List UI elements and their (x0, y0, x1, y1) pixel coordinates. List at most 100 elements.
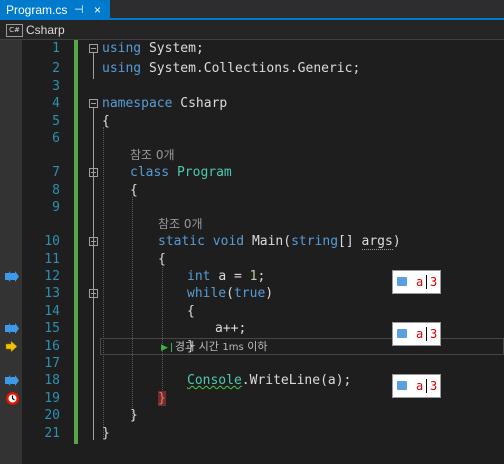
class-name: Console (187, 373, 242, 388)
pinned-datatip[interactable]: a 3 (392, 322, 441, 346)
variable-icon (397, 277, 407, 286)
codelens-references[interactable]: 참조 0개 (158, 216, 203, 233)
code-line-9: 9 (0, 199, 504, 216)
code-line-3: 3 (0, 78, 504, 95)
collapse-toggle[interactable] (89, 99, 98, 108)
line-number: 12 (44, 269, 60, 284)
datatip-name: a (416, 275, 424, 289)
tracepoint-icon[interactable] (5, 375, 19, 386)
code-line-1: 1 using System; (0, 40, 504, 57)
code-line-17: 17 (0, 355, 504, 372)
brace: { (130, 183, 138, 198)
datatip-divider (426, 379, 427, 393)
csharp-project-icon: C# (6, 24, 23, 37)
line-number: 7 (52, 165, 60, 180)
punct: ; (257, 269, 266, 284)
line-number: 14 (44, 304, 60, 319)
punct: ( (226, 286, 234, 301)
code-text: .WriteLine(a); (241, 373, 352, 388)
code-text: a++; (215, 321, 247, 336)
code-line-4: 4 namespace Csharp (0, 95, 504, 112)
keyword: string (291, 234, 339, 249)
collapse-toggle[interactable] (89, 168, 98, 177)
execution-pointer-icon[interactable] (5, 341, 19, 352)
pin-icon[interactable]: ⊣ (74, 0, 84, 20)
code-line-8: 8 { (0, 182, 504, 199)
namespace-name: System (148, 41, 196, 56)
namespace-name: Csharp (180, 96, 228, 111)
pinned-datatip[interactable]: a 3 (392, 270, 441, 294)
punct: ) (265, 286, 274, 301)
line-number: 16 (44, 339, 60, 354)
collapse-toggle[interactable] (89, 44, 98, 53)
brace: } (102, 426, 110, 441)
line-number: 2 (52, 61, 60, 76)
method-name: Main (251, 234, 284, 249)
line-number: 6 (52, 131, 60, 146)
variable-icon (397, 329, 407, 338)
document-tab-bar: Program.cs ⊣ × (0, 0, 504, 20)
brace-match: } (158, 391, 166, 406)
namespace-name: System.Collections.Generic (148, 61, 353, 76)
line-number: 10 (44, 234, 60, 249)
perf-tip[interactable]: ▶ 경과 시간 1ms 이하 (161, 339, 267, 356)
keyword: static (158, 234, 205, 249)
brace: { (187, 304, 195, 319)
breakpoint-warning-icon[interactable] (5, 391, 20, 406)
perf-separator (170, 342, 172, 352)
line-number: 9 (52, 200, 60, 215)
datatip-value[interactable]: 3 (430, 274, 437, 290)
tracepoint-icon[interactable] (5, 271, 19, 282)
line-number: 1 (52, 41, 60, 56)
collapse-toggle[interactable] (89, 237, 98, 246)
datatip-value[interactable]: 3 (430, 326, 437, 342)
code-editor[interactable]: 1 using System; 2 using System.Collectio… (0, 40, 504, 464)
punct: ; (352, 61, 361, 76)
brace: { (158, 252, 166, 267)
punct: ; (195, 41, 204, 56)
run-to-click-icon[interactable]: ▶ (161, 343, 168, 353)
navigation-bar: C# Csharp (0, 20, 504, 40)
punct: ) (392, 234, 401, 249)
code-line-2: 2 using System.Collections.Generic; (0, 60, 504, 77)
keyword: using (102, 61, 142, 76)
line-number: 18 (44, 373, 60, 388)
line-number: 17 (44, 356, 60, 371)
code-line-14: 14 { (0, 303, 504, 320)
line-number: 8 (52, 183, 60, 198)
keyword: using (102, 41, 142, 56)
code-line-7: 7 class Program (0, 164, 504, 181)
code-line-10: 10 static void Main(string[] args) (0, 233, 504, 250)
datatip-divider (426, 327, 427, 341)
project-dropdown[interactable]: Csharp (26, 20, 65, 40)
tab-program-cs[interactable]: Program.cs ⊣ × (0, 0, 110, 20)
code-line-11: 11 { (0, 251, 504, 268)
code-line-6: 6 (0, 130, 504, 147)
pinned-datatip[interactable]: a 3 (392, 374, 441, 398)
code-line-21: 21 } (0, 425, 504, 442)
datatip-name: a (416, 379, 424, 393)
line-number: 20 (44, 408, 60, 423)
line-number: 5 (52, 114, 60, 129)
perf-tip-time: 1ms (222, 342, 244, 353)
keyword: while (187, 286, 227, 301)
variable-icon (397, 381, 407, 390)
line-number: 15 (44, 321, 60, 336)
datatip-value[interactable]: 3 (430, 378, 437, 394)
brace: } (130, 408, 138, 423)
collapse-toggle[interactable] (89, 289, 98, 298)
line-number: 19 (44, 391, 60, 406)
tracepoint-icon[interactable] (5, 323, 19, 334)
code-line-20: 20 } (0, 407, 504, 424)
line-number: 21 (44, 426, 60, 441)
parameter-name: args (361, 234, 393, 250)
datatip-name: a (416, 327, 424, 341)
close-tab-icon[interactable]: × (94, 0, 101, 20)
keyword: namespace (102, 96, 173, 111)
tab-label: Program.cs (6, 3, 68, 17)
perf-tip-suffix: 이하 (243, 340, 268, 353)
keyword: class (130, 165, 170, 180)
line-number: 4 (52, 96, 60, 111)
keyword: void (212, 234, 245, 249)
codelens-references[interactable]: 참조 0개 (130, 147, 175, 164)
